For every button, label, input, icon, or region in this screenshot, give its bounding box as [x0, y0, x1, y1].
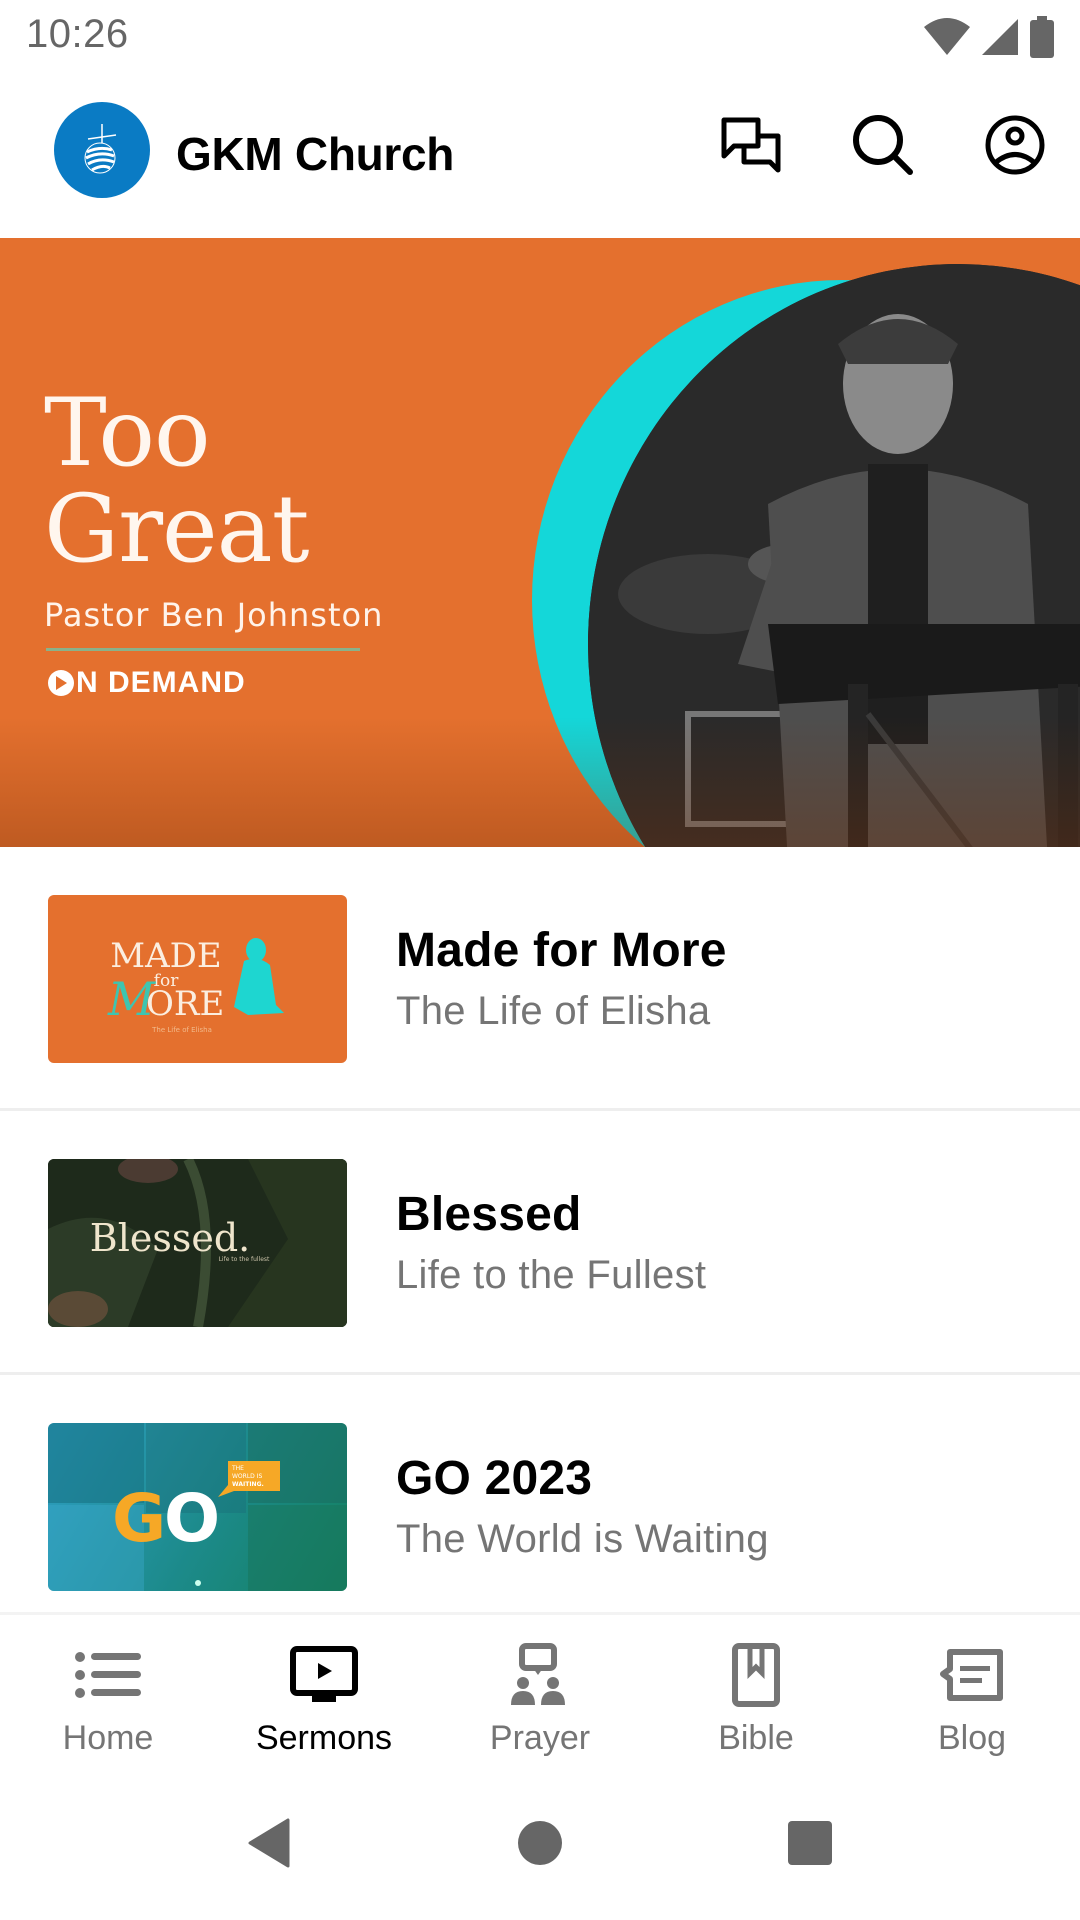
book-bookmark-icon — [721, 1643, 791, 1707]
hero-divider — [46, 648, 360, 651]
hero-series-title: Too Great — [44, 379, 309, 584]
recents-button[interactable] — [775, 1808, 845, 1878]
svg-text:The Life of Elisha: The Life of Elisha — [151, 1026, 212, 1034]
nav-label-prayer: Prayer — [489, 1719, 591, 1757]
status-bar: 10:26 — [0, 0, 1080, 72]
recents-square-icon — [788, 1821, 832, 1865]
nav-label-home: Home — [62, 1719, 154, 1757]
sermon-list-item[interactable]: MADE for M ORE The Life of Elisha Made f… — [0, 847, 1080, 1111]
home-circle-icon — [518, 1821, 562, 1865]
church-logo[interactable] — [54, 102, 150, 198]
system-navigation-bar — [0, 1764, 1080, 1920]
app-actions — [716, 110, 1050, 180]
chat-bubbles-icon — [721, 117, 781, 173]
nav-item-sermons[interactable]: Sermons — [216, 1615, 432, 1764]
globe-logo-icon — [84, 124, 117, 174]
back-button[interactable] — [233, 1808, 303, 1878]
svg-text:WORLD IS: WORLD IS — [232, 1473, 262, 1480]
app-title: GKM Church — [176, 128, 455, 180]
prayer-group-icon — [505, 1643, 575, 1707]
nav-item-prayer[interactable]: Prayer — [432, 1615, 648, 1764]
sermon-subtitle: The Life of Elisha — [396, 989, 711, 1033]
nav-label-blog: Blog — [937, 1719, 1007, 1757]
sermon-series-list: MADE for M ORE The Life of Elisha Made f… — [0, 847, 1080, 1639]
signal-icon — [980, 17, 1020, 62]
svg-text:MADE: MADE — [110, 936, 221, 976]
tv-play-icon — [289, 1643, 359, 1707]
account-button[interactable] — [980, 110, 1050, 180]
sermon-thumbnail: G O THE WORLD IS WAITING. — [48, 1423, 347, 1591]
on-demand-label: N DEMAND — [76, 666, 246, 699]
hero-title-line-2: Great — [44, 475, 309, 584]
sermon-subtitle: The World is Waiting — [396, 1517, 769, 1561]
sermon-title: GO 2023 — [396, 1452, 593, 1505]
svg-text:ORE: ORE — [146, 984, 224, 1024]
back-triangle-icon — [248, 1818, 290, 1868]
svg-text:WAITING.: WAITING. — [232, 1481, 264, 1488]
on-demand-badge: N DEMAND — [48, 666, 246, 700]
sermon-title: Blessed — [396, 1188, 582, 1241]
home-button[interactable] — [505, 1808, 575, 1878]
hero-bottom-shade — [0, 717, 1080, 847]
sermon-list-item[interactable]: G O THE WORLD IS WAITING. GO 2023 The Wo… — [0, 1375, 1080, 1639]
sermon-thumbnail: Blessed. Life to the fullest — [48, 1159, 347, 1327]
search-icon — [853, 115, 913, 175]
nav-item-home[interactable]: Home — [0, 1615, 216, 1764]
sermon-title: Made for More — [396, 924, 727, 977]
status-icons — [924, 16, 1054, 63]
nav-label-sermons: Sermons — [255, 1719, 393, 1757]
svg-text:Blessed.: Blessed. — [90, 1216, 250, 1260]
svg-text:THE: THE — [231, 1465, 244, 1472]
status-time: 10:26 — [26, 12, 129, 56]
search-button[interactable] — [848, 110, 918, 180]
play-circle-icon — [48, 670, 74, 696]
nav-item-bible[interactable]: Bible — [648, 1615, 864, 1764]
blog-message-icon — [937, 1643, 1007, 1707]
wifi-icon — [924, 17, 970, 62]
hero-title-line-1: Too — [44, 379, 211, 488]
hero-speaker: Pastor Ben Johnston — [44, 596, 384, 634]
svg-text:Life to the fullest: Life to the fullest — [219, 1256, 270, 1263]
app-bar: GKM Church — [0, 72, 1080, 238]
account-circle-icon — [985, 115, 1045, 175]
chat-button[interactable] — [716, 110, 786, 180]
nav-label-bible: Bible — [718, 1719, 794, 1757]
list-icon — [73, 1643, 143, 1707]
sermon-subtitle: Life to the Fullest — [396, 1253, 707, 1297]
sermon-thumbnail: MADE for M ORE The Life of Elisha — [48, 895, 347, 1063]
svg-text:O: O — [164, 1480, 220, 1557]
svg-text:G: G — [112, 1480, 166, 1557]
battery-icon — [1030, 16, 1054, 63]
featured-sermon-banner[interactable]: Too Great Pastor Ben Johnston N DEMAND — [0, 238, 1080, 847]
bottom-navigation: Home Sermons Prayer Bible Blog — [0, 1612, 1080, 1764]
sermon-list-item[interactable]: Blessed. Life to the fullest Blessed Lif… — [0, 1111, 1080, 1375]
nav-item-blog[interactable]: Blog — [864, 1615, 1080, 1764]
